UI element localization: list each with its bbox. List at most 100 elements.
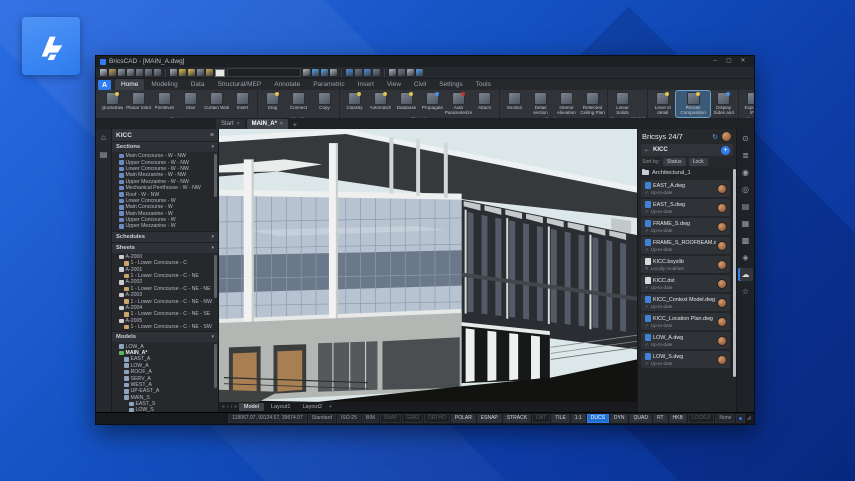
ribbon-button-drag[interactable]: Drag	[260, 91, 285, 117]
back-icon[interactable]: ←	[644, 147, 650, 153]
render-mode-icon[interactable]	[364, 69, 371, 76]
ribbon-button-linear-solids[interactable]: Linear Solids	[610, 91, 635, 117]
tab-modeling[interactable]: Modeling	[145, 79, 183, 90]
sort-status-button[interactable]: Status	[663, 158, 686, 166]
spotlight-icon[interactable]: ◉	[738, 166, 753, 179]
panel-menu-icon[interactable]: ≡	[210, 132, 214, 139]
grid-icon[interactable]	[330, 69, 337, 76]
tab-insert[interactable]: Insert	[352, 79, 380, 90]
layout-nav-icon[interactable]: ‹	[227, 404, 229, 410]
color-swatch[interactable]	[215, 69, 225, 77]
status-field-iso-25[interactable]: ISO-25	[337, 414, 361, 423]
layout-nav-icon[interactable]: ›	[230, 404, 232, 410]
status-toggle-esnap[interactable]: ESNAP	[477, 414, 502, 423]
layout-tab-layout1[interactable]: Layout1	[266, 403, 296, 411]
file-list-scrollbar[interactable]	[733, 169, 736, 377]
ribbon-button-quickdraw[interactable]: Quickdraw	[100, 91, 125, 117]
ribbon-button-automatch[interactable]: Automatch	[368, 91, 393, 117]
ribbon-button-attach[interactable]: Attach	[472, 91, 497, 117]
status-field-standard[interactable]: Standard	[308, 414, 336, 423]
layout-tab-layout2[interactable]: Layout2	[297, 403, 327, 411]
ribbon-button-connect[interactable]: Connect	[286, 91, 311, 117]
tree-item[interactable]: 1 - Lower Concourse - C - NE - SW	[112, 324, 218, 330]
render-icon[interactable]: ◈	[738, 251, 753, 264]
status-toggle-strack[interactable]: STRACK	[503, 414, 531, 423]
file-card-low-a-dwg[interactable]: LOW_A.dwg✓Up-to-date	[641, 332, 730, 349]
new-document-button[interactable]: +	[290, 122, 300, 129]
status-toggle-quad[interactable]: QUAD	[629, 414, 651, 423]
user-avatar[interactable]	[721, 131, 732, 142]
status-toggle-lwt[interactable]: LWT	[532, 414, 550, 423]
save-icon[interactable]	[118, 69, 125, 76]
layers-icon[interactable]: ▩	[738, 234, 753, 247]
tree-item[interactable]: LOW_S	[112, 407, 218, 412]
add-file-button[interactable]: +	[721, 146, 730, 155]
tab-data[interactable]: Data	[185, 79, 211, 90]
tab-parametric[interactable]: Parametric	[307, 79, 350, 90]
resize-grip[interactable]: ◢	[746, 415, 751, 422]
notification-indicator[interactable]	[736, 414, 745, 423]
camera-icon[interactable]	[389, 69, 396, 76]
file-card-east-s-dwg[interactable]: EAST_S.dwg✓Up-to-date	[641, 199, 730, 216]
status-toggle-polar[interactable]: POLAR	[451, 414, 476, 423]
status-toggle-snap[interactable]: SNAP	[380, 414, 402, 423]
folder-row[interactable]: Architectural_1	[638, 167, 732, 178]
maximize-button[interactable]: ▢	[722, 56, 736, 67]
status-field-bim[interactable]: BIM	[362, 414, 379, 423]
ribbon-button-export-to-ifc[interactable]: Export to IFC	[741, 91, 754, 117]
ribbon-button-curtain-wall[interactable]: Curtain Wall	[204, 91, 229, 117]
section-header-schedules[interactable]: Schedules▾	[112, 231, 218, 242]
section-scrollbar[interactable]	[214, 154, 217, 197]
ribbon-button-classify[interactable]: Classify	[342, 91, 367, 117]
close-tab-icon[interactable]: ×	[280, 120, 283, 128]
ribbon-button-display-sides-and-ends[interactable]: Display Sides and Ends	[711, 91, 736, 117]
layer-dropdown[interactable]	[227, 68, 301, 77]
section-header-sections[interactable]: Sections▾	[112, 141, 218, 152]
status-toggle-rt[interactable]: RT	[653, 414, 668, 423]
open-file-icon[interactable]	[109, 69, 116, 76]
home-icon[interactable]: ⌂	[101, 133, 106, 142]
cycle-icon[interactable]	[154, 69, 161, 76]
materials-icon[interactable]: ▤	[738, 200, 753, 213]
section-scrollbar[interactable]	[214, 255, 217, 298]
ribbon-button-level-of-detail[interactable]: Level of detail	[650, 91, 675, 117]
pen-icon[interactable]	[206, 69, 213, 76]
tab-annotate[interactable]: Annotate	[268, 79, 306, 90]
doc-tab-main-a[interactable]: MAIN_A*×	[247, 119, 288, 129]
cloud-247-icon[interactable]: ☁	[738, 268, 753, 281]
tab-view[interactable]: View	[381, 79, 407, 90]
doc-tab-start[interactable]: Start×	[216, 119, 245, 129]
light-bulb-icon[interactable]: ⊙	[738, 132, 753, 145]
new-file-icon[interactable]	[100, 69, 107, 76]
cube-blue-icon[interactable]	[346, 69, 353, 76]
layer-on-icon[interactable]	[179, 69, 186, 76]
angle-icon[interactable]	[312, 69, 319, 76]
structure-browser-icon[interactable]: ▤	[100, 150, 108, 159]
tab-settings[interactable]: Settings	[433, 79, 469, 90]
file-card-frame-s-dwg[interactable]: FRAME_S.dwg✓Up-to-date	[641, 218, 730, 235]
ribbon-button-propagate[interactable]: Propagate	[420, 91, 445, 117]
tab-home[interactable]: Home	[115, 79, 144, 90]
file-card-east-a-dwg[interactable]: EAST_A.dwg✓Up-to-date	[641, 180, 730, 197]
file-card-low-s-dwg[interactable]: LOW_S.dwg✓Up-to-date	[641, 351, 730, 368]
layout-nav-icon[interactable]: «	[222, 404, 225, 410]
status-toggle-ortho[interactable]: ORTHO	[424, 414, 450, 423]
tree-item[interactable]: 1 - Lower Concourse - C - NE - NW	[112, 298, 218, 304]
file-card-kicc-context-model-dwg[interactable]: KICC_Context Model.dwg✓Up-to-date	[641, 294, 730, 311]
ribbon-button-database[interactable]: Database	[394, 91, 419, 117]
cube-shaded-icon[interactable]	[355, 69, 362, 76]
status-toggle-lockui[interactable]: LOCKUI	[688, 414, 715, 423]
layout-nav-icon[interactable]: »	[234, 404, 237, 410]
tab-civil[interactable]: Civil	[408, 79, 432, 90]
section-scrollbar[interactable]	[214, 344, 217, 387]
refresh-icon[interactable]: ↻	[712, 133, 718, 141]
sun-icon[interactable]	[373, 69, 380, 76]
tab-structural-mep[interactable]: Structural/MEP	[211, 79, 267, 90]
undo-icon[interactable]	[136, 69, 143, 76]
close-button[interactable]: ✕	[736, 56, 750, 67]
tree-item[interactable]: Upper Mezzanine - W	[112, 223, 218, 229]
file-card-frame-s-roofbeam-dwg[interactable]: FRAME_S_ROOFBEAM.dwg✓Up-to-date	[641, 237, 730, 254]
application-button[interactable]: A	[98, 80, 111, 90]
tree-item[interactable]: 1 - Lower Concourse - C - NE - SE	[112, 311, 218, 317]
save-as-icon[interactable]	[127, 69, 134, 76]
